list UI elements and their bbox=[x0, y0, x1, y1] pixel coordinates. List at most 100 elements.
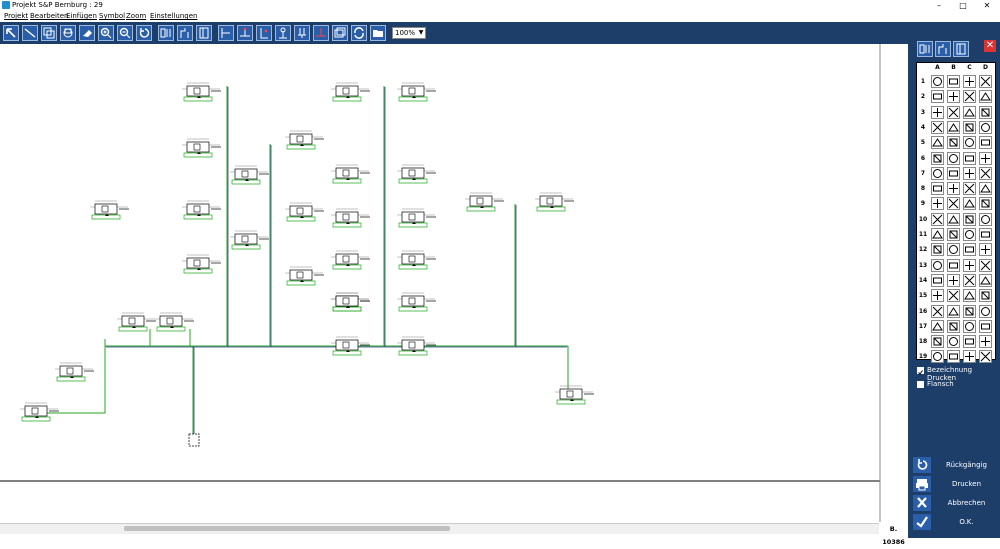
symbol-f-button[interactable] bbox=[313, 25, 329, 41]
symbol-cell-b10[interactable] bbox=[947, 212, 960, 226]
symbol-cell-b2[interactable] bbox=[947, 90, 960, 104]
symbol-cell-c8[interactable] bbox=[963, 182, 976, 196]
menu-symbol[interactable]: Symbol bbox=[99, 11, 125, 22]
symbol-cell-a5[interactable] bbox=[931, 136, 944, 150]
symbol-cell-b1[interactable] bbox=[947, 75, 960, 88]
symbol-cell-c15[interactable] bbox=[963, 289, 976, 303]
zoom-out-button[interactable] bbox=[117, 25, 133, 41]
symbol-cell-b11[interactable] bbox=[947, 228, 960, 241]
symbol-cell-d5[interactable] bbox=[979, 136, 992, 150]
symbol-cell-b4[interactable] bbox=[947, 120, 960, 134]
symbol-cell-c7[interactable] bbox=[963, 166, 976, 180]
symbol-cell-c9[interactable] bbox=[963, 197, 976, 211]
equipment-unit[interactable] bbox=[397, 292, 436, 312]
symbol-cell-c1[interactable] bbox=[963, 75, 976, 88]
symbol-cell-c18[interactable] bbox=[963, 335, 976, 349]
equipment-unit[interactable] bbox=[331, 164, 370, 184]
symbol-cell-b8[interactable] bbox=[947, 182, 960, 196]
symbol-cell-a6[interactable] bbox=[931, 151, 944, 165]
symbol-cell-c6[interactable] bbox=[963, 151, 976, 165]
line-button[interactable] bbox=[22, 25, 38, 41]
symbol-cell-c4[interactable] bbox=[963, 120, 976, 134]
equipment-unit[interactable] bbox=[55, 362, 94, 382]
symbol-cell-d3[interactable] bbox=[979, 105, 992, 119]
symbol-cell-b6[interactable] bbox=[947, 151, 960, 165]
symbol-cell-d8[interactable] bbox=[979, 182, 992, 196]
close-button[interactable]: ✕ bbox=[976, 0, 998, 11]
symbol-cell-d13[interactable] bbox=[979, 258, 992, 272]
symbol-cell-d6[interactable] bbox=[979, 151, 992, 165]
symbol-cell-b5[interactable] bbox=[947, 136, 960, 150]
symbol-cell-d18[interactable] bbox=[979, 335, 992, 349]
equipment-unit[interactable] bbox=[465, 192, 504, 212]
panel-close-icon[interactable]: ✕ bbox=[984, 40, 996, 52]
equipment-unit[interactable] bbox=[182, 138, 221, 158]
minimize-button[interactable]: – bbox=[928, 0, 950, 11]
symbol-b-button[interactable] bbox=[237, 25, 253, 41]
panel-tab-c[interactable] bbox=[953, 41, 969, 57]
symbol-cell-a12[interactable] bbox=[931, 243, 944, 257]
symbol-cell-b15[interactable] bbox=[947, 289, 960, 303]
symbol-cell-c17[interactable] bbox=[963, 319, 976, 333]
flansch-checkbox[interactable] bbox=[917, 381, 924, 388]
symbol-cell-a16[interactable] bbox=[931, 304, 944, 318]
symbol-cell-b16[interactable] bbox=[947, 304, 960, 318]
chevron-down-icon[interactable]: ▼ bbox=[417, 28, 425, 38]
symbol-cell-d4[interactable] bbox=[979, 120, 992, 134]
drawing-canvas[interactable] bbox=[0, 44, 908, 522]
menu-zoom[interactable]: Zoom bbox=[126, 11, 146, 22]
symbol-cell-a9[interactable] bbox=[931, 197, 944, 211]
zoom-in-button[interactable] bbox=[98, 25, 114, 41]
refresh-button[interactable] bbox=[351, 25, 367, 41]
symbol-cell-c5[interactable] bbox=[963, 136, 976, 150]
vertical-scrollbar[interactable] bbox=[879, 44, 908, 522]
symbol-e-button[interactable] bbox=[294, 25, 310, 41]
rueckgaengig-button[interactable]: Rückgängig bbox=[913, 457, 1000, 473]
bezeichnung-checkbox[interactable] bbox=[917, 367, 924, 375]
symbol-cell-b13[interactable] bbox=[947, 258, 960, 272]
equipment-unit[interactable] bbox=[285, 202, 324, 222]
equipment-unit[interactable] bbox=[182, 200, 221, 220]
equipment-unit[interactable] bbox=[397, 164, 436, 184]
equipment-unit[interactable] bbox=[20, 402, 59, 422]
move-button[interactable] bbox=[60, 25, 76, 41]
symbol-cell-a14[interactable] bbox=[931, 273, 944, 287]
scroll-thumb[interactable] bbox=[124, 526, 450, 531]
equipment-unit[interactable] bbox=[285, 266, 324, 286]
symbol-cell-c14[interactable] bbox=[963, 273, 976, 287]
windows-button[interactable] bbox=[332, 25, 348, 41]
symbol-a-button[interactable] bbox=[218, 25, 234, 41]
symbol-cell-c11[interactable] bbox=[963, 228, 976, 241]
symbol-cell-d1[interactable] bbox=[979, 75, 992, 88]
symbol-cell-a10[interactable] bbox=[931, 212, 944, 226]
equipment-unit[interactable] bbox=[331, 250, 370, 270]
equipment-unit[interactable] bbox=[285, 130, 324, 150]
equipment-unit[interactable] bbox=[397, 250, 436, 270]
equipment-unit[interactable] bbox=[331, 82, 370, 102]
symbol-cell-c16[interactable] bbox=[963, 304, 976, 318]
symbol-cell-a11[interactable] bbox=[931, 228, 944, 241]
symbol-cell-d2[interactable] bbox=[979, 90, 992, 104]
symbol-cell-a17[interactable] bbox=[931, 319, 944, 333]
symbol-cell-a7[interactable] bbox=[931, 166, 944, 180]
symbol-cell-a4[interactable] bbox=[931, 120, 944, 134]
symbol-cell-b17[interactable] bbox=[947, 319, 960, 333]
equipment-unit[interactable] bbox=[182, 82, 221, 102]
symbol-cell-c13[interactable] bbox=[963, 258, 976, 272]
symbol-cell-d9[interactable] bbox=[979, 197, 992, 211]
symbol-cell-c19[interactable] bbox=[963, 350, 976, 364]
pointer-button[interactable] bbox=[3, 25, 19, 41]
maximize-button[interactable]: □ bbox=[952, 0, 974, 11]
undo-button[interactable] bbox=[136, 25, 152, 41]
pipe-diagram[interactable] bbox=[0, 44, 908, 522]
symbol-cell-d19[interactable] bbox=[979, 350, 992, 364]
tool-a-button[interactable] bbox=[158, 25, 174, 41]
symbol-cell-d15[interactable] bbox=[979, 289, 992, 303]
menu-einstellungen[interactable]: Einstellungen bbox=[150, 11, 197, 22]
menu-projekt[interactable]: Projekt bbox=[4, 11, 28, 22]
equipment-unit[interactable] bbox=[397, 82, 436, 102]
equipment-unit[interactable] bbox=[90, 200, 129, 220]
equipment-unit[interactable] bbox=[535, 192, 574, 212]
symbol-cell-b14[interactable] bbox=[947, 273, 960, 287]
folder-button[interactable] bbox=[370, 25, 386, 41]
